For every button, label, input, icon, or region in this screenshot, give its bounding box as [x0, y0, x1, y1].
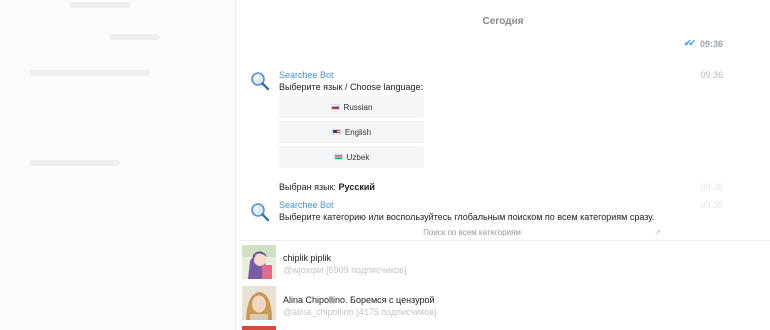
outgoing-message-status: ✔✔ 09:36	[684, 38, 723, 49]
result-subtitle: @alina_chipollino [4175 подписчиков]	[283, 307, 437, 317]
language-selected-message: Выбран язык: Русский	[279, 182, 375, 192]
us-flag-icon	[331, 129, 341, 135]
selected-language: Русский	[338, 182, 375, 192]
message-sender[interactable]: Searchee Bot	[279, 200, 334, 210]
button-label: Russian	[343, 102, 373, 112]
sidebar-placeholder-line	[30, 70, 150, 76]
message-time: 09:36	[700, 200, 723, 210]
sidebar-placeholder-line	[30, 160, 120, 166]
message-prefix: Выбран язык:	[279, 182, 337, 192]
message-sender[interactable]: Searchee Bot	[279, 70, 334, 80]
search-all-categories-button[interactable]: Поиск по всем категориям ↗	[279, 228, 665, 240]
chat-list-sidebar	[0, 0, 236, 330]
date-separator: Сегодня	[482, 16, 524, 27]
language-button-uzbek[interactable]: Uzbek	[279, 146, 424, 168]
message-text: Выберите категорию или воспользуйтесь гл…	[279, 212, 655, 222]
result-thumbnail	[242, 245, 276, 279]
button-label: Uzbek	[346, 152, 370, 162]
message-text: Выберите язык / Choose language:	[279, 82, 424, 92]
result-item[interactable]: Alina Chipollino. Боремся с цензурой @al…	[240, 286, 770, 326]
button-label: Поиск по всем категориям	[423, 228, 521, 237]
external-link-icon: ↗	[654, 228, 661, 237]
result-item[interactable]: chiplik piplik @wjoxqwi [6909 подписчико…	[240, 245, 770, 285]
search-bot-avatar-icon[interactable]	[250, 71, 270, 91]
search-bot-avatar-icon[interactable]	[250, 202, 270, 222]
result-subtitle: @wjoxqwi [6909 подписчиков]	[283, 265, 407, 275]
result-thumbnail	[242, 286, 276, 320]
sidebar-placeholder-line	[110, 34, 160, 40]
uz-flag-icon	[333, 154, 343, 160]
language-button-english[interactable]: English	[279, 121, 424, 143]
language-button-russian[interactable]: Russian	[279, 96, 424, 118]
button-label: English	[344, 127, 372, 137]
double-check-icon: ✔✔	[683, 38, 696, 48]
inline-results-list: chiplik piplik @wjoxqwi [6909 подписчико…	[240, 240, 770, 330]
message-time: 09:36	[700, 70, 723, 80]
ru-flag-icon	[330, 104, 340, 110]
outgoing-time: 09:36	[699, 38, 723, 49]
message-time: 09:36	[700, 182, 723, 192]
sidebar-placeholder-line	[70, 2, 130, 8]
result-title: chiplik piplik	[283, 253, 332, 263]
result-thumbnail	[242, 326, 276, 330]
result-title: Alina Chipollino. Боремся с цензурой	[283, 295, 435, 305]
